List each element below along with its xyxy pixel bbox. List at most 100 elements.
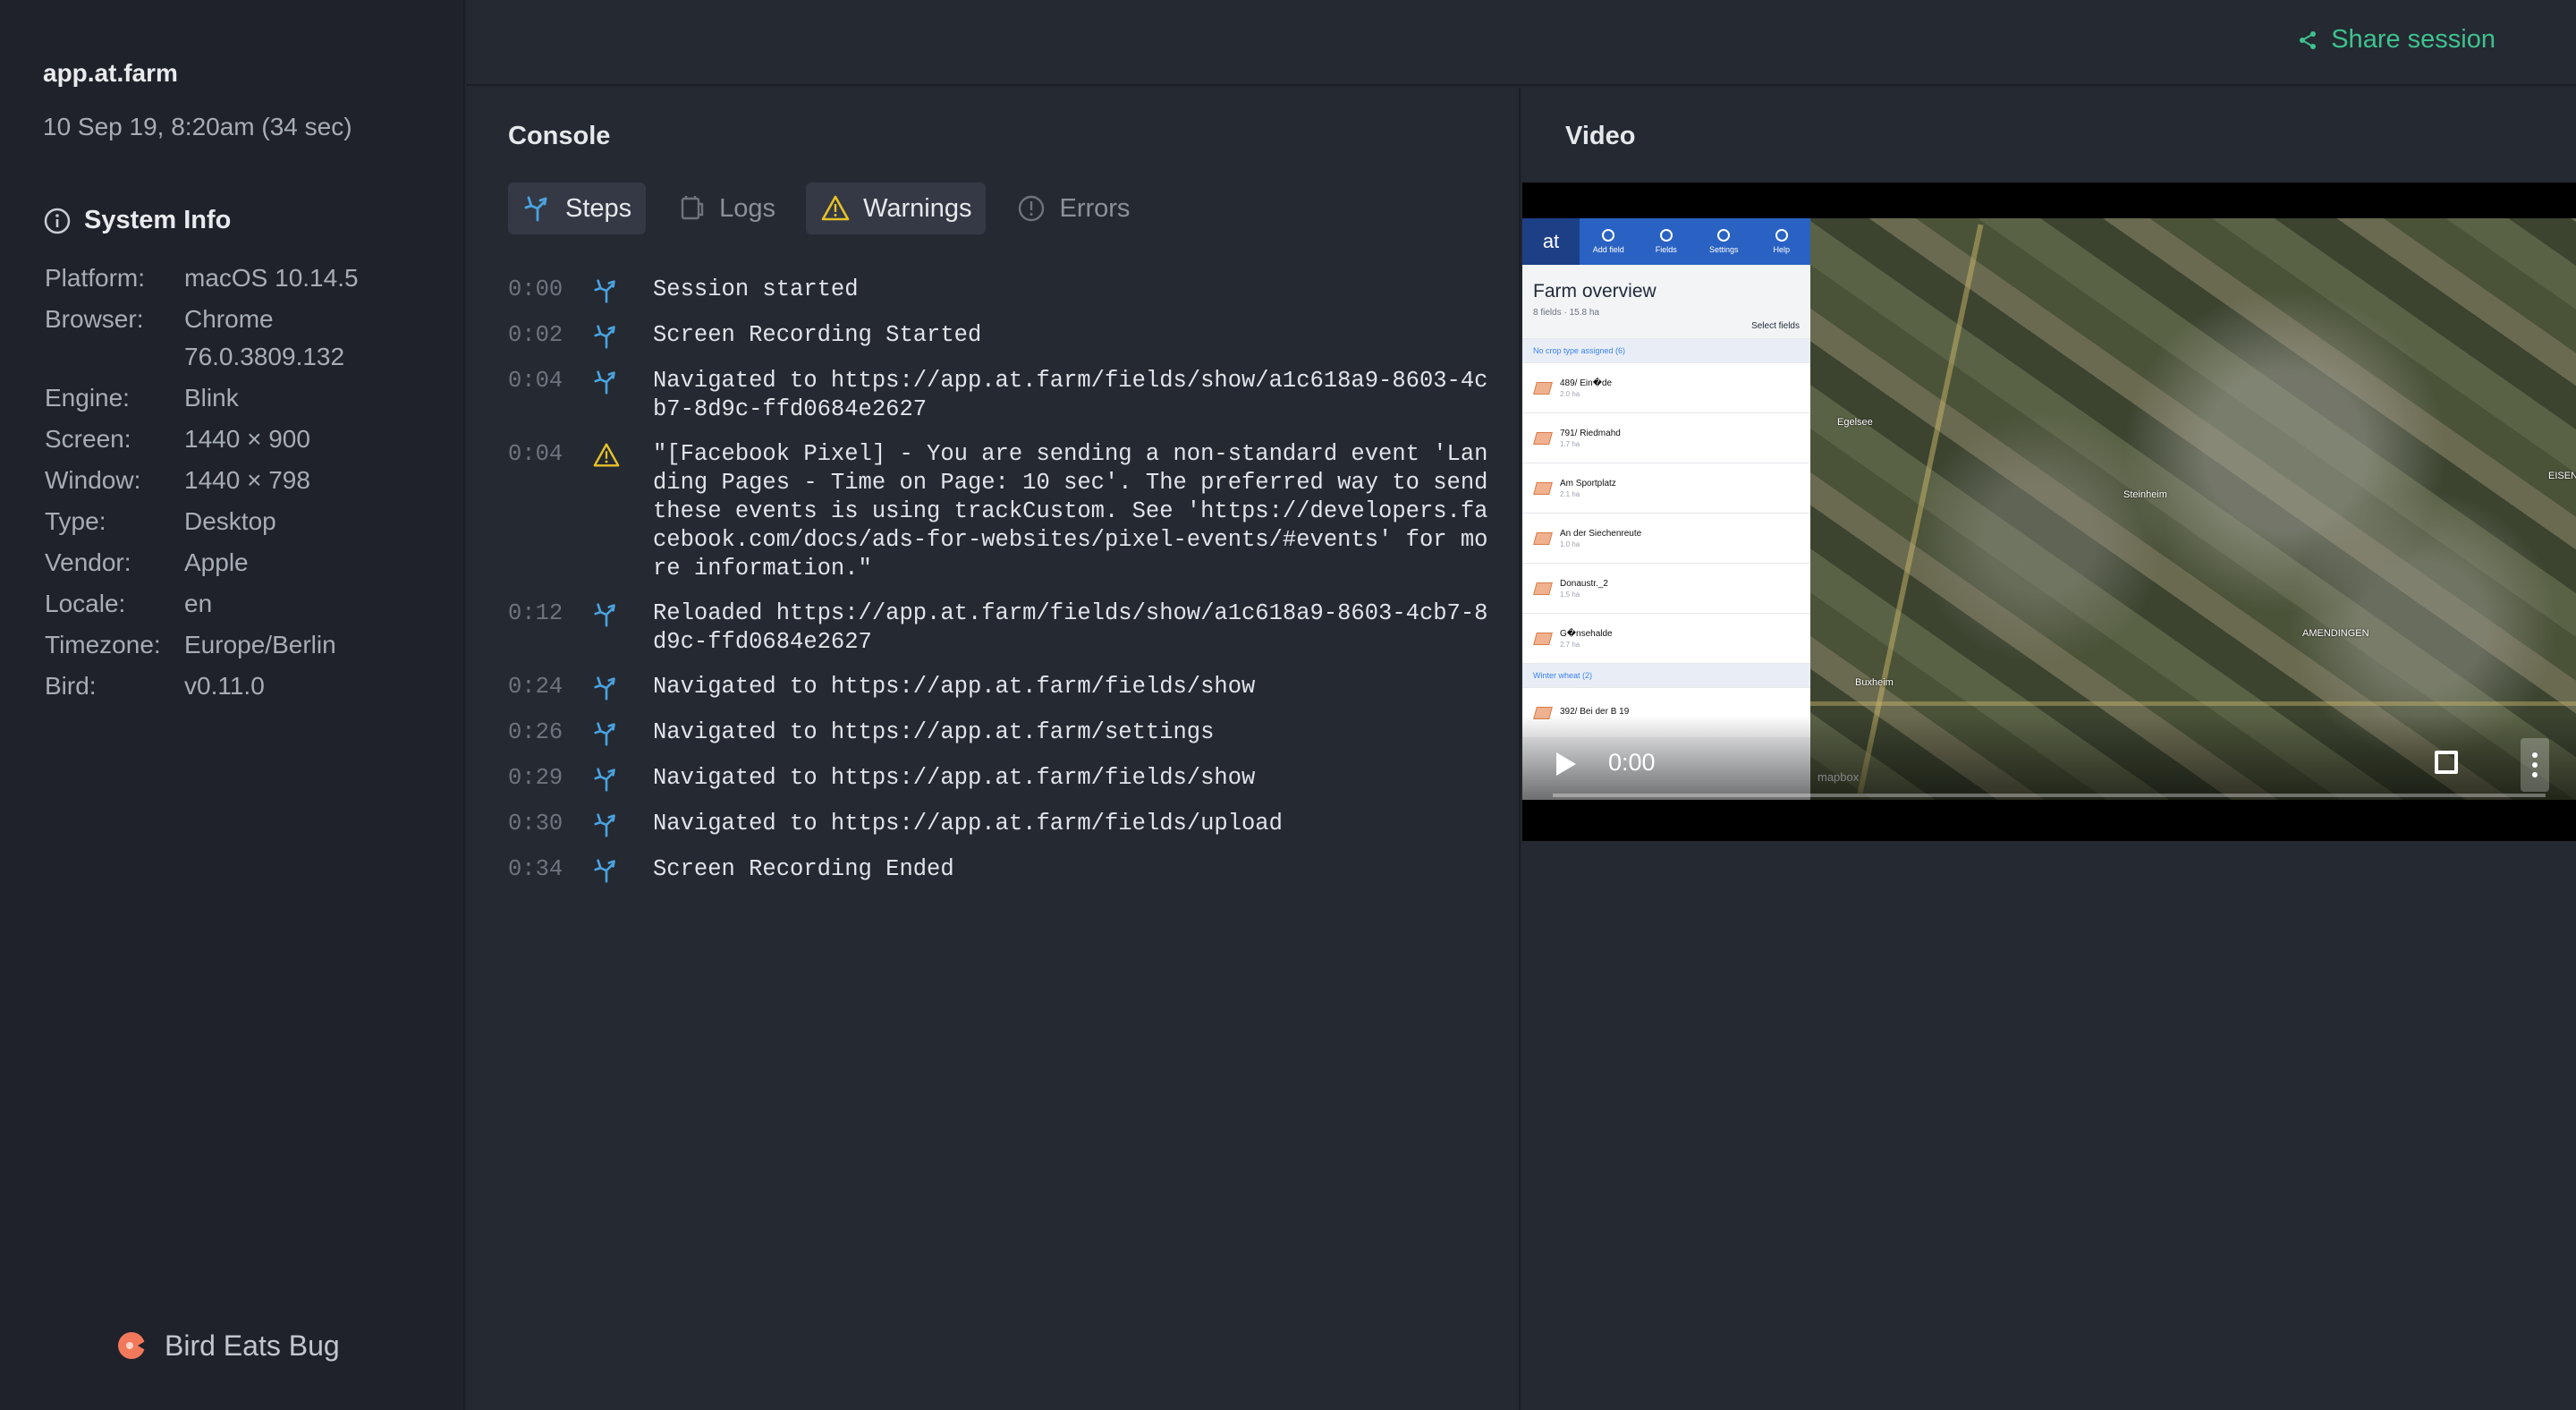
app-group-header: No crop type assigned (6) [1522, 338, 1810, 362]
system-info-row: Vendor: Apple [45, 544, 438, 582]
entry-message: Session started [653, 276, 859, 302]
field-name: 489/ Ein�de [1560, 378, 1613, 388]
session-site: app.at.farm [43, 59, 178, 87]
system-info-key: Type: [45, 507, 106, 535]
system-info-row: Locale: en [45, 585, 438, 623]
console-step-row[interactable]: 0:34 Screen Recording Ended [508, 855, 1492, 885]
fields-icon [1659, 229, 1673, 242]
system-info-value: 1440 × 798 [184, 466, 310, 494]
entry-message: Screen Recording Started [653, 322, 982, 348]
system-info-value: Chrome 76.0.3809.132 [184, 305, 345, 370]
console-step-row[interactable]: 0:24 Navigated to https://app.at.farm/fie… [508, 673, 1492, 702]
entry-icon [592, 599, 653, 657]
session-date: 10 Sep 19, 8:20am (34 sec) [43, 113, 352, 140]
app-nav-item: Fields [1638, 218, 1696, 265]
app-select-fields: Select fields [1751, 321, 1800, 331]
video-panel: Video Steinheim AMENDINGEN Buxheim Egels… [1522, 88, 2576, 1410]
field-name: 791/ Riedmahd [1560, 428, 1621, 438]
field-area: 1.5 ha [1560, 590, 1580, 599]
system-info-key: Bird: [45, 672, 97, 700]
entry-icon [592, 855, 653, 885]
entry-icon [592, 673, 653, 702]
entry-message: Navigated to https://app.at.farm/fields/… [653, 674, 1256, 700]
app-field-list: 489/ Ein�de 2.0 ha 791/ Riedmahd 1.7 ha Am S… [1522, 362, 1810, 663]
system-info-title: System Info [84, 206, 232, 234]
app-group-header: Winter wheat (2) [1522, 663, 1810, 687]
system-info-value: Desktop [184, 507, 276, 535]
map-place: Buxheim [1855, 677, 1894, 688]
entry-message: Reloaded https://app.at.farm/fields/show… [653, 600, 1488, 655]
field-name: Am Sportplatz [1560, 478, 1616, 488]
tab-steps-label: Steps [565, 193, 632, 223]
field-shape-icon [1533, 582, 1553, 595]
console-log: 0:00 Session started 0:02 Screen Recording … [508, 276, 1492, 901]
entry-time: 0:24 [508, 674, 564, 700]
system-info-key: Browser: [45, 305, 144, 333]
error-icon [1019, 195, 1045, 222]
map-road [1857, 224, 1984, 794]
steps-icon [594, 813, 615, 837]
map-road [1810, 701, 2576, 706]
console-step-row[interactable]: 0:29 Navigated to https://app.at.farm/fie… [508, 764, 1492, 794]
field-shape-icon [1533, 632, 1553, 645]
steps-icon [594, 676, 615, 701]
console-step-row[interactable]: 0:02 Screen Recording Started [508, 321, 1492, 351]
app-heading: Farm overview [1533, 281, 1657, 302]
console-tabs: Steps Logs Warnings Errors [508, 183, 1144, 234]
field-area: 2.0 ha [1560, 389, 1580, 398]
entry-time: 0:02 [508, 322, 564, 348]
top-bar: Share session [467, 0, 2576, 86]
entry-time: 0:12 [508, 600, 564, 626]
tab-warnings[interactable]: Warnings [806, 183, 987, 234]
brand-name: Bird Eats Bug [165, 1329, 340, 1362]
settings-icon [1717, 229, 1731, 242]
console-panel: Console Steps Logs Warnings Errors 0:00 … [467, 88, 1521, 1410]
app-logo: at [1522, 218, 1580, 265]
play-icon[interactable] [1556, 752, 1576, 776]
entry-message: Navigated to https://app.at.farm/fields/… [653, 811, 1283, 837]
help-icon [1775, 229, 1788, 242]
console-step-row[interactable]: 0:04 Navigated to https://app.at.farm/fie… [508, 367, 1492, 424]
app-nav-item: Add field [1580, 218, 1638, 265]
video-progress-bar[interactable] [1553, 794, 2546, 797]
system-info-key: Timezone: [45, 631, 161, 658]
console-step-row[interactable]: 0:12 Reloaded https://app.at.farm/fields/… [508, 599, 1492, 657]
video-player[interactable]: Steinheim AMENDINGEN Buxheim Egelsee EIS… [1522, 183, 2576, 841]
bird-eats-bug-logo-icon [118, 1332, 148, 1359]
tab-steps[interactable]: Steps [508, 183, 647, 234]
tab-errors[interactable]: Errors [1002, 183, 1144, 234]
entry-icon [592, 276, 653, 305]
field-area: 1.0 ha [1560, 539, 1580, 548]
fullscreen-icon[interactable] [2435, 751, 2458, 774]
tab-logs[interactable]: Logs [662, 183, 790, 234]
more-options-icon[interactable] [2521, 738, 2549, 792]
entry-message: Navigated to https://app.at.farm/setting… [653, 719, 1215, 745]
steps-icon [594, 279, 615, 303]
entry-time: 0:34 [508, 856, 564, 882]
app-field-row: G�nsehalde 2.7 ha [1522, 613, 1810, 663]
entry-icon [592, 367, 653, 424]
video-time: 0:00 [1608, 749, 1656, 776]
system-info-row: Window: 1440 × 798 [45, 462, 438, 499]
steps-icon [594, 325, 615, 349]
entry-message: "[Facebook Pixel] - You are sending a no… [653, 441, 1488, 582]
share-session-button[interactable]: Share session [2297, 25, 2496, 55]
system-info-value: v0.11.0 [184, 672, 265, 700]
console-step-row[interactable]: 0:26 Navigated to https://app.at.farm/set… [508, 718, 1492, 748]
entry-icon [592, 764, 653, 794]
share-icon [2300, 30, 2317, 49]
satellite-map: Steinheim AMENDINGEN Buxheim Egelsee EIS… [1810, 218, 2576, 800]
brand[interactable]: Bird Eats Bug [114, 1328, 340, 1363]
field-shape-icon [1533, 431, 1553, 445]
field-area: 2.1 ha [1560, 489, 1580, 498]
entry-time: 0:04 [508, 441, 564, 467]
console-step-row[interactable]: 0:00 Session started [508, 276, 1492, 305]
console-step-row[interactable]: 0:30 Navigated to https://app.at.farm/fie… [508, 810, 1492, 839]
map-place: AMENDINGEN [2302, 628, 2369, 639]
steps-icon [594, 603, 615, 627]
system-info-row: Screen: 1440 × 900 [45, 420, 438, 458]
system-info-value: en [184, 590, 213, 617]
system-info-key: Window: [45, 466, 141, 494]
system-info-key: Screen: [45, 425, 131, 453]
console-warning-row[interactable]: 0:04 "[Facebook Pixel] - You are sending … [508, 440, 1492, 583]
